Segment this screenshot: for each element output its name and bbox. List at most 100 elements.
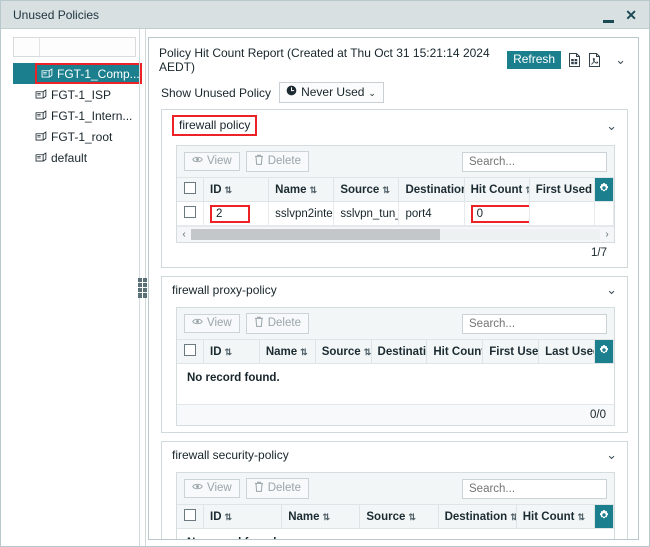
column-header-id[interactable]: ID ⇅ xyxy=(203,340,260,364)
window-titlebar: Unused Policies ✕ xyxy=(1,1,649,29)
close-button[interactable]: ✕ xyxy=(625,8,637,22)
tree-item-label: default xyxy=(51,150,88,165)
view-button-1[interactable]: View xyxy=(184,314,240,333)
scrollbar-thumb[interactable] xyxy=(191,229,441,240)
sort-icon[interactable]: ⇅ xyxy=(525,185,528,195)
view-button-label-2: View xyxy=(207,482,232,494)
column-header-hit-count[interactable]: Hit Count⇅ xyxy=(464,178,530,202)
table-row[interactable]: 2 sslvpn2internalsslvpn_tun_intfport4 0 xyxy=(177,201,614,226)
tree-item-2[interactable]: FGT-1_Intern... xyxy=(13,105,136,126)
policy-sections: firewall policy⌄ViewDeleteID⇅Name⇅Source… xyxy=(149,109,638,539)
cell-first-used xyxy=(529,201,596,226)
device-tree-list: FGT-1_Comp... FGT-1_ISP FGT-1_Intern... FGT… xyxy=(13,63,142,168)
section-header-0: firewall policy ⌄ xyxy=(162,110,627,141)
column-header-last-used[interactable]: Last Used⇅ xyxy=(538,340,595,364)
column-header-destination[interactable]: Destination⇅ xyxy=(438,505,517,529)
tree-item-selection-bar xyxy=(13,63,35,84)
pane-splitter[interactable] xyxy=(136,29,148,546)
column-header-label: Hit Count xyxy=(433,345,483,358)
search-input-2[interactable] xyxy=(462,478,607,499)
sort-icon[interactable]: ⇅ xyxy=(408,512,416,522)
column-settings-gear-icon[interactable] xyxy=(594,178,614,202)
sort-icon[interactable]: ⇅ xyxy=(225,347,233,357)
device-icon xyxy=(35,109,47,122)
column-header-id[interactable]: ID ⇅ xyxy=(203,505,283,529)
sort-icon[interactable]: ⇅ xyxy=(300,347,308,357)
column-header-name[interactable]: Name ⇅ xyxy=(281,505,361,529)
chevron-down-icon: ⌄ xyxy=(368,87,376,98)
column-header-name[interactable]: Name ⇅ xyxy=(268,178,335,202)
window-title: Unused Policies xyxy=(13,7,100,22)
row-checkbox-cell[interactable] xyxy=(177,201,204,226)
section-collapse-chevron-down-icon-1[interactable]: ⌄ xyxy=(606,282,619,298)
minimize-button[interactable] xyxy=(603,8,615,23)
tree-item-3[interactable]: FGT-1_root xyxy=(13,126,136,147)
select-all-checkbox[interactable] xyxy=(184,509,196,521)
view-button-0[interactable]: View xyxy=(184,152,240,171)
row-end-cell xyxy=(594,201,614,226)
tree-item-0[interactable]: FGT-1_Comp... xyxy=(13,63,142,84)
sort-icon[interactable]: ⇅ xyxy=(323,512,331,522)
column-header-destination[interactable]: Destination⇅ xyxy=(398,178,465,202)
report-collapse-chevron-down-icon[interactable]: ⌄ xyxy=(615,52,628,68)
window-controls: ✕ xyxy=(603,8,641,23)
sort-icon[interactable]: ⇅ xyxy=(364,347,370,357)
column-header-label: Source xyxy=(340,183,380,196)
pdf-export-icon[interactable] xyxy=(588,53,601,67)
unused-policy-dropdown[interactable]: Never Used ⌄ xyxy=(279,82,384,103)
column-header-destination[interactable]: Destination⇅ xyxy=(371,340,428,364)
section-collapse-chevron-down-icon-0[interactable]: ⌄ xyxy=(606,118,619,134)
column-settings-gear-icon[interactable] xyxy=(594,505,614,529)
grid-footer-1: 0/0 xyxy=(177,404,614,425)
select-all-checkbox[interactable] xyxy=(184,182,196,194)
splitter-grip-icon[interactable] xyxy=(138,277,147,298)
sort-icon[interactable]: ⇅ xyxy=(382,185,390,195)
section-0: firewall policy⌄ViewDeleteID⇅Name⇅Source… xyxy=(161,109,628,268)
column-header-source[interactable]: Source ⇅ xyxy=(333,178,400,202)
delete-button-2[interactable]: Delete xyxy=(245,478,309,499)
delete-button-0[interactable]: Delete xyxy=(245,151,309,172)
column-settings-gear-icon[interactable] xyxy=(594,340,614,364)
scroll-left-arrow-icon[interactable]: ‹ xyxy=(177,229,191,240)
column-header-hit-count[interactable]: Hit Count⇅ xyxy=(426,340,484,364)
cell-value: 2 xyxy=(210,204,251,223)
sort-icon[interactable]: ⇅ xyxy=(225,185,233,195)
select-all-checkbox[interactable] xyxy=(184,344,196,356)
device-icon xyxy=(35,151,47,164)
tree-item-1[interactable]: FGT-1_ISP xyxy=(13,84,136,105)
select-all-header[interactable] xyxy=(177,340,204,364)
column-header-id[interactable]: ID ⇅ xyxy=(203,178,270,202)
column-header-name[interactable]: Name ⇅ xyxy=(259,340,316,364)
column-header-first-used[interactable]: First Used⇅ xyxy=(482,340,540,364)
column-header-source[interactable]: Source ⇅ xyxy=(315,340,372,364)
select-all-header[interactable] xyxy=(177,178,204,202)
report-pane: Policy Hit Count Report (Created at Thu … xyxy=(148,29,649,546)
sort-icon[interactable]: ⇅ xyxy=(225,512,233,522)
tree-header-col-1 xyxy=(14,38,40,56)
tree-item-4[interactable]: default xyxy=(13,147,136,168)
column-header-label: Source xyxy=(321,345,361,358)
refresh-button[interactable]: Refresh xyxy=(507,50,562,70)
column-header-label: Hit Count xyxy=(522,510,575,523)
search-input-1[interactable] xyxy=(462,313,607,334)
column-header-label: Last Used xyxy=(545,345,593,358)
delete-button-1[interactable]: Delete xyxy=(245,313,309,334)
column-header-hit-count[interactable]: Hit Count⇅ xyxy=(516,505,596,529)
tree-item-label: FGT-1_ISP xyxy=(51,87,112,102)
search-input-0[interactable] xyxy=(462,151,607,172)
scroll-right-arrow-icon[interactable]: › xyxy=(600,229,614,240)
sort-icon[interactable]: ⇅ xyxy=(309,185,317,195)
row-checkbox[interactable] xyxy=(184,206,196,218)
horizontal-scrollbar-0[interactable]: ‹ › xyxy=(177,226,614,242)
sort-icon[interactable]: ⇅ xyxy=(577,512,585,522)
view-button-2[interactable]: View xyxy=(184,479,240,498)
section-header-1: firewall proxy-policy ⌄ xyxy=(162,277,627,303)
minimize-icon xyxy=(603,20,615,23)
sort-icon[interactable]: ⇅ xyxy=(510,512,515,522)
section-collapse-chevron-down-icon-2[interactable]: ⌄ xyxy=(606,447,619,463)
excel-export-icon[interactable] xyxy=(568,53,581,67)
scrollbar-track[interactable] xyxy=(191,229,600,240)
select-all-header[interactable] xyxy=(177,505,204,529)
column-header-source[interactable]: Source ⇅ xyxy=(359,505,439,529)
column-header-first-used[interactable]: First Used⇅ xyxy=(529,178,596,202)
